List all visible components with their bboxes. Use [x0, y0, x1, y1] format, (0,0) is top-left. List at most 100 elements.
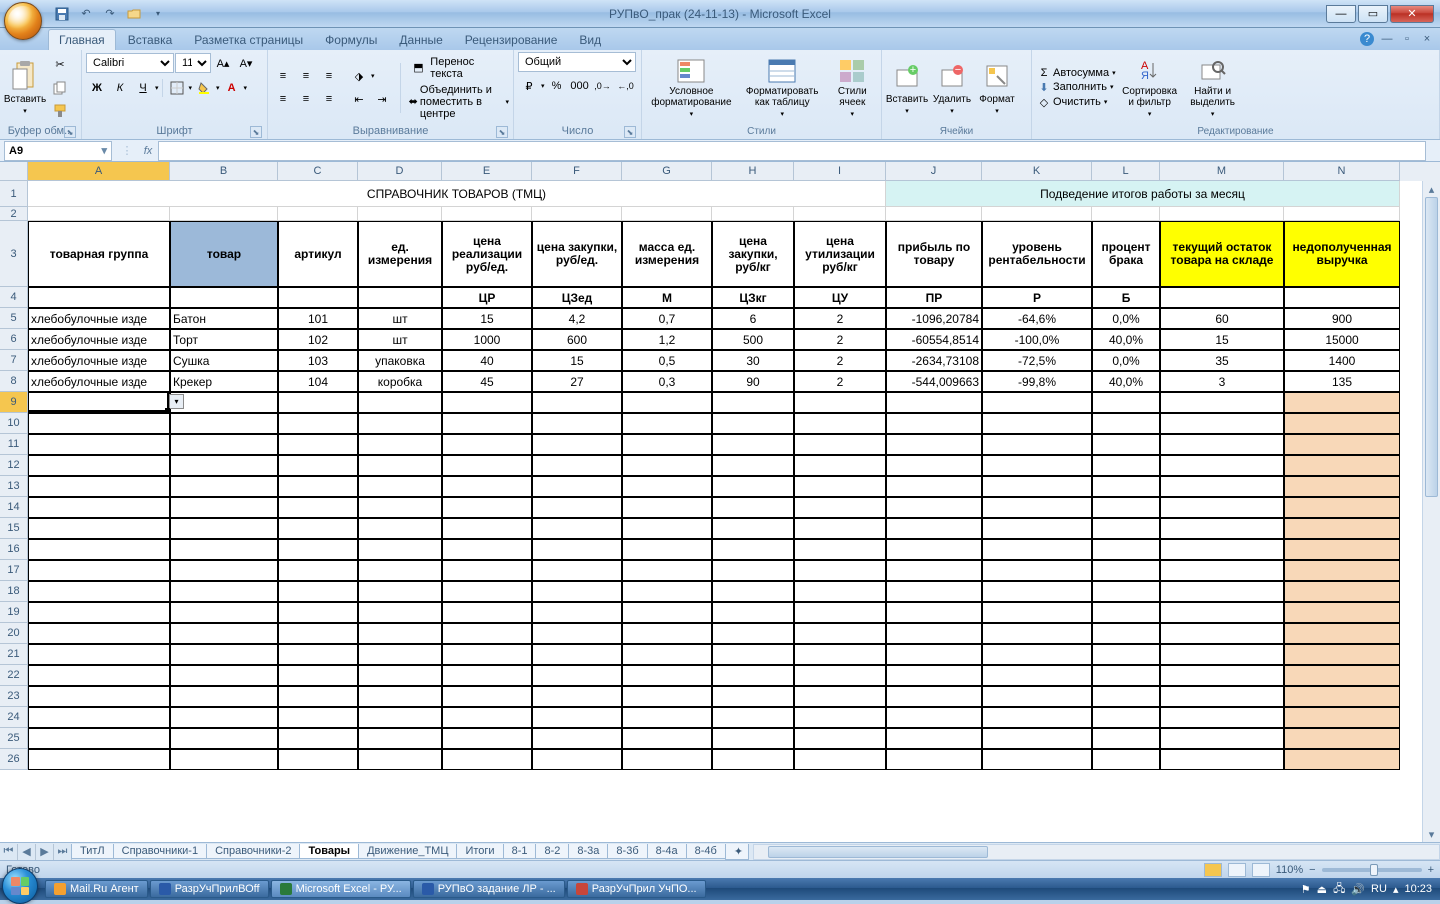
cell[interactable]	[442, 392, 532, 413]
sheet-tab[interactable]: Справочники-1	[113, 844, 207, 859]
cell[interactable]	[622, 623, 712, 644]
col-header[interactable]: L	[1092, 162, 1160, 181]
cell[interactable]	[442, 728, 532, 749]
cell[interactable]	[28, 476, 170, 497]
cell[interactable]	[712, 476, 794, 497]
row-header[interactable]: 12	[0, 455, 28, 476]
cell[interactable]: 103	[278, 350, 358, 371]
cell[interactable]	[794, 392, 886, 413]
cell[interactable]	[1092, 497, 1160, 518]
align-launcher-icon[interactable]: ⬊	[496, 126, 508, 138]
row-header[interactable]: 13	[0, 476, 28, 497]
cell[interactable]: цена закупки, руб/кг	[712, 221, 794, 287]
shrink-font-icon[interactable]: A▾	[235, 52, 257, 74]
cell[interactable]	[170, 497, 278, 518]
cell[interactable]	[358, 392, 442, 413]
cell[interactable]: масса ед. измерения	[622, 221, 712, 287]
insert-cells-button[interactable]: +Вставить▾	[886, 55, 928, 121]
cell[interactable]	[712, 623, 794, 644]
cell[interactable]	[1284, 665, 1400, 686]
cell[interactable]	[982, 728, 1092, 749]
cell[interactable]	[170, 728, 278, 749]
cell[interactable]	[794, 476, 886, 497]
cell[interactable]	[982, 413, 1092, 434]
taskbar-item[interactable]: РУПвО задание ЛР - ...	[413, 880, 565, 898]
row-header[interactable]: 20	[0, 623, 28, 644]
cell[interactable]	[442, 560, 532, 581]
cell[interactable]	[1092, 581, 1160, 602]
cell[interactable]: Б	[1092, 287, 1160, 308]
cell[interactable]	[28, 413, 170, 434]
cell[interactable]: 2	[794, 350, 886, 371]
cell[interactable]	[442, 207, 532, 221]
row-header[interactable]: 3	[0, 221, 28, 287]
cell[interactable]	[794, 560, 886, 581]
col-header[interactable]: G	[622, 162, 712, 181]
restore-window-icon[interactable]: ▫	[1400, 32, 1414, 46]
taskbar-item[interactable]: Mail.Ru Агент	[45, 880, 148, 898]
cell[interactable]: процент брака	[1092, 221, 1160, 287]
close-workbook-icon[interactable]: ×	[1420, 32, 1434, 46]
row-header[interactable]: 21	[0, 644, 28, 665]
cell[interactable]	[532, 434, 622, 455]
cell[interactable]	[1284, 497, 1400, 518]
cell[interactable]	[278, 749, 358, 770]
name-box[interactable]: A9▾	[4, 141, 112, 161]
cell[interactable]	[1284, 413, 1400, 434]
format-cells-button[interactable]: Формат▾	[976, 55, 1018, 121]
cell[interactable]: 4,2	[532, 308, 622, 329]
cell[interactable]	[886, 476, 982, 497]
cell[interactable]	[358, 434, 442, 455]
align-bottom-icon[interactable]: ≡	[318, 65, 340, 87]
cell[interactable]	[1092, 539, 1160, 560]
cell[interactable]	[532, 476, 622, 497]
sort-filter-button[interactable]: АЯСортировка и фильтр▾	[1119, 55, 1181, 121]
cell[interactable]: текущий остаток товара на складе	[1160, 221, 1284, 287]
cell[interactable]	[358, 518, 442, 539]
cell[interactable]	[794, 665, 886, 686]
horizontal-scrollbar[interactable]	[753, 844, 1440, 860]
cell[interactable]: 3	[1160, 371, 1284, 392]
borders-icon[interactable]	[166, 77, 188, 99]
cell[interactable]: 2	[794, 371, 886, 392]
cell[interactable]	[532, 644, 622, 665]
cell[interactable]	[278, 644, 358, 665]
cell[interactable]: 104	[278, 371, 358, 392]
row-header[interactable]: 8	[0, 371, 28, 392]
cell[interactable]	[442, 644, 532, 665]
align-right-icon[interactable]: ≡	[318, 88, 340, 110]
cell[interactable]: хлебобулочные изде	[28, 371, 170, 392]
sheet-tab[interactable]: Движение_ТМЦ	[358, 844, 457, 859]
cell[interactable]	[358, 686, 442, 707]
cell[interactable]	[532, 560, 622, 581]
decrease-decimal-icon[interactable]: ←,0	[615, 75, 637, 97]
cell[interactable]: 0,0%	[1092, 308, 1160, 329]
cell[interactable]	[712, 602, 794, 623]
cell[interactable]: Подведение итогов работы за месяц	[886, 181, 1400, 207]
cell[interactable]	[1160, 434, 1284, 455]
cell[interactable]	[1160, 560, 1284, 581]
qat-undo-icon[interactable]: ↶	[76, 4, 96, 24]
cell[interactable]	[982, 749, 1092, 770]
cell[interactable]	[622, 749, 712, 770]
cell[interactable]	[170, 207, 278, 221]
cell[interactable]	[794, 749, 886, 770]
cell[interactable]	[886, 623, 982, 644]
font-size-select[interactable]: 11	[175, 53, 211, 73]
cell[interactable]: 90	[712, 371, 794, 392]
row-header[interactable]: 11	[0, 434, 28, 455]
cell[interactable]	[794, 518, 886, 539]
row-header[interactable]: 6	[0, 329, 28, 350]
cell[interactable]: 45	[442, 371, 532, 392]
cell[interactable]	[886, 518, 982, 539]
cell[interactable]	[442, 749, 532, 770]
row-header[interactable]: 7	[0, 350, 28, 371]
cell[interactable]	[794, 539, 886, 560]
cell[interactable]	[1284, 207, 1400, 221]
col-header[interactable]: I	[794, 162, 886, 181]
cell[interactable]	[28, 560, 170, 581]
cell[interactable]	[794, 207, 886, 221]
cell[interactable]: -64,6%	[982, 308, 1092, 329]
cell[interactable]	[358, 207, 442, 221]
cell[interactable]	[886, 434, 982, 455]
